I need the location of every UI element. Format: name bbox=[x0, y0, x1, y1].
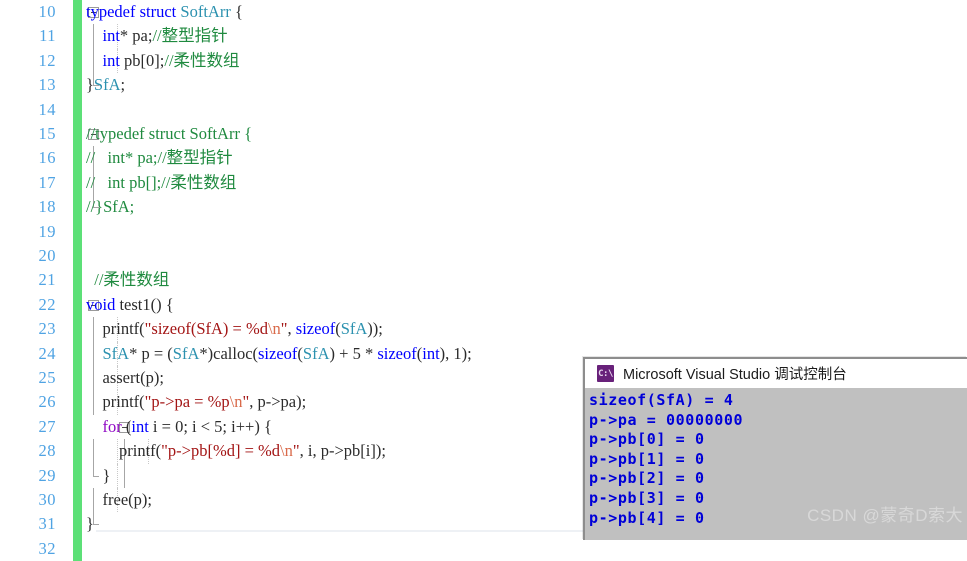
change-indicator-bar bbox=[73, 341, 82, 366]
line-number: 20 bbox=[38, 246, 56, 265]
line-number: 10 bbox=[38, 2, 56, 21]
line-number: 27 bbox=[38, 416, 56, 436]
code-text[interactable]: //}SfA; bbox=[86, 195, 134, 219]
code-line[interactable]: 11 int* pa;//整型指针 bbox=[0, 24, 967, 49]
change-indicator-bar bbox=[73, 292, 82, 318]
code-text[interactable]: // int* pa;//整型指针 bbox=[86, 146, 233, 170]
code-line[interactable]: 20 bbox=[0, 244, 967, 269]
console-title-text: Microsoft Visual Studio 调试控制台 bbox=[623, 367, 847, 383]
code-line[interactable]: 17 // int pb[];//柔性数组 bbox=[0, 170, 967, 196]
change-indicator-bar bbox=[73, 170, 82, 196]
line-number: 29 bbox=[38, 465, 56, 485]
code-text[interactable]: int* pa;//整型指针 bbox=[86, 24, 228, 48]
console-output-line: sizeof(SfA) = 4 bbox=[589, 391, 734, 409]
code-line[interactable]: 12 int pb[0];//柔性数组 bbox=[0, 48, 967, 74]
line-number: 17 bbox=[38, 172, 56, 192]
change-indicator-bar bbox=[73, 48, 82, 74]
change-indicator-bar bbox=[73, 463, 82, 488]
change-indicator-bar bbox=[73, 512, 82, 537]
indent-guide bbox=[117, 463, 118, 488]
line-number: 23 bbox=[38, 319, 56, 339]
code-text[interactable]: }SfA; bbox=[86, 73, 125, 97]
code-text[interactable]: printf("p->pa = %p\n", p->pa); bbox=[86, 390, 307, 414]
change-indicator-bar bbox=[73, 122, 82, 147]
line-number: 12 bbox=[38, 50, 56, 70]
line-number: 22 bbox=[38, 294, 56, 314]
line-number: 15 bbox=[38, 124, 56, 143]
code-line[interactable]: 32 bbox=[0, 536, 967, 561]
code-line[interactable]: 13 }SfA; bbox=[0, 73, 967, 98]
line-number: 25 bbox=[38, 368, 56, 387]
line-number: 24 bbox=[38, 343, 56, 363]
code-line[interactable]: 18 //}SfA; bbox=[0, 195, 967, 220]
change-indicator-bar bbox=[73, 219, 82, 244]
console-app-icon: C:\ bbox=[597, 365, 614, 382]
line-number: 19 bbox=[38, 221, 56, 241]
line-number: 31 bbox=[38, 514, 56, 534]
change-indicator-bar bbox=[73, 73, 82, 98]
change-indicator-bar bbox=[73, 317, 82, 342]
change-indicator-bar bbox=[73, 195, 82, 220]
line-number: 18 bbox=[38, 197, 56, 217]
code-line[interactable]: 14 bbox=[0, 97, 967, 122]
code-text[interactable]: //柔性数组 bbox=[86, 268, 169, 292]
change-indicator-bar bbox=[73, 244, 82, 269]
code-text[interactable]: int pb[0];//柔性数组 bbox=[86, 49, 240, 73]
change-indicator-bar bbox=[73, 268, 82, 293]
line-number: 14 bbox=[38, 99, 56, 119]
change-indicator-bar bbox=[73, 97, 82, 122]
line-number: 32 bbox=[38, 538, 56, 558]
console-output-line: p->pb[0] = 0 bbox=[589, 430, 705, 449]
code-text[interactable]: } bbox=[86, 512, 94, 536]
change-indicator-bar bbox=[73, 366, 82, 391]
code-line[interactable]: 23 printf("sizeof(SfA) = %d\n", sizeof(S… bbox=[0, 317, 967, 342]
code-text[interactable]: SfA* p = (SfA*)calloc(sizeof(SfA) + 5 * … bbox=[86, 342, 472, 366]
line-number: 16 bbox=[38, 148, 56, 168]
change-indicator-bar bbox=[73, 0, 82, 25]
code-line[interactable]: 10 typedef struct SoftArr { bbox=[0, 0, 967, 25]
code-text[interactable]: // int pb[];//柔性数组 bbox=[86, 171, 236, 195]
console-output-line: p->pb[1] = 0 bbox=[589, 449, 705, 468]
change-indicator-bar bbox=[73, 390, 82, 415]
code-line[interactable]: 16 // int* pa;//整型指针 bbox=[0, 146, 967, 171]
code-text[interactable]: void test1() { bbox=[86, 293, 174, 317]
console-output-line: p->pa = 00000000 bbox=[589, 410, 744, 429]
change-indicator-bar bbox=[73, 24, 82, 49]
fold-guide-line-nested bbox=[124, 463, 125, 488]
code-line[interactable]: 21 //柔性数组 bbox=[0, 268, 967, 293]
line-number: 11 bbox=[39, 26, 56, 46]
code-text[interactable]: //typedef struct SoftArr { bbox=[86, 122, 252, 146]
change-indicator-bar bbox=[73, 536, 82, 561]
line-number: 21 bbox=[38, 270, 56, 290]
change-indicator-bar bbox=[73, 439, 82, 464]
code-text[interactable]: assert(p); bbox=[86, 366, 164, 390]
code-text[interactable]: } bbox=[86, 464, 111, 488]
line-number: 30 bbox=[38, 490, 56, 509]
console-output-line: p->pb[2] = 0 bbox=[589, 469, 705, 488]
code-text[interactable]: for (int i = 0; i < 5; i++) { bbox=[86, 415, 272, 439]
line-number: 28 bbox=[38, 441, 56, 461]
csdn-watermark: CSDN @蒙奇D索大 bbox=[807, 506, 963, 525]
code-text[interactable]: typedef struct SoftArr { bbox=[86, 0, 243, 24]
line-number: 26 bbox=[38, 392, 56, 412]
console-title-bar[interactable]: C:\ Microsoft Visual Studio 调试控制台 bbox=[585, 359, 967, 388]
code-line[interactable]: 22 void test1() { bbox=[0, 292, 967, 318]
line-number: 13 bbox=[38, 75, 56, 95]
code-text[interactable]: printf("p->pb[%d] = %d\n", i, p->pb[i]); bbox=[86, 439, 386, 463]
code-text[interactable]: free(p); bbox=[86, 488, 152, 512]
code-line[interactable]: 15 //typedef struct SoftArr { bbox=[0, 122, 967, 147]
change-indicator-bar bbox=[73, 414, 82, 440]
change-indicator-bar bbox=[73, 488, 82, 513]
change-indicator-bar bbox=[73, 146, 82, 171]
code-line[interactable]: 19 bbox=[0, 219, 967, 244]
code-text[interactable]: printf("sizeof(SfA) = %d\n", sizeof(SfA)… bbox=[86, 317, 383, 341]
